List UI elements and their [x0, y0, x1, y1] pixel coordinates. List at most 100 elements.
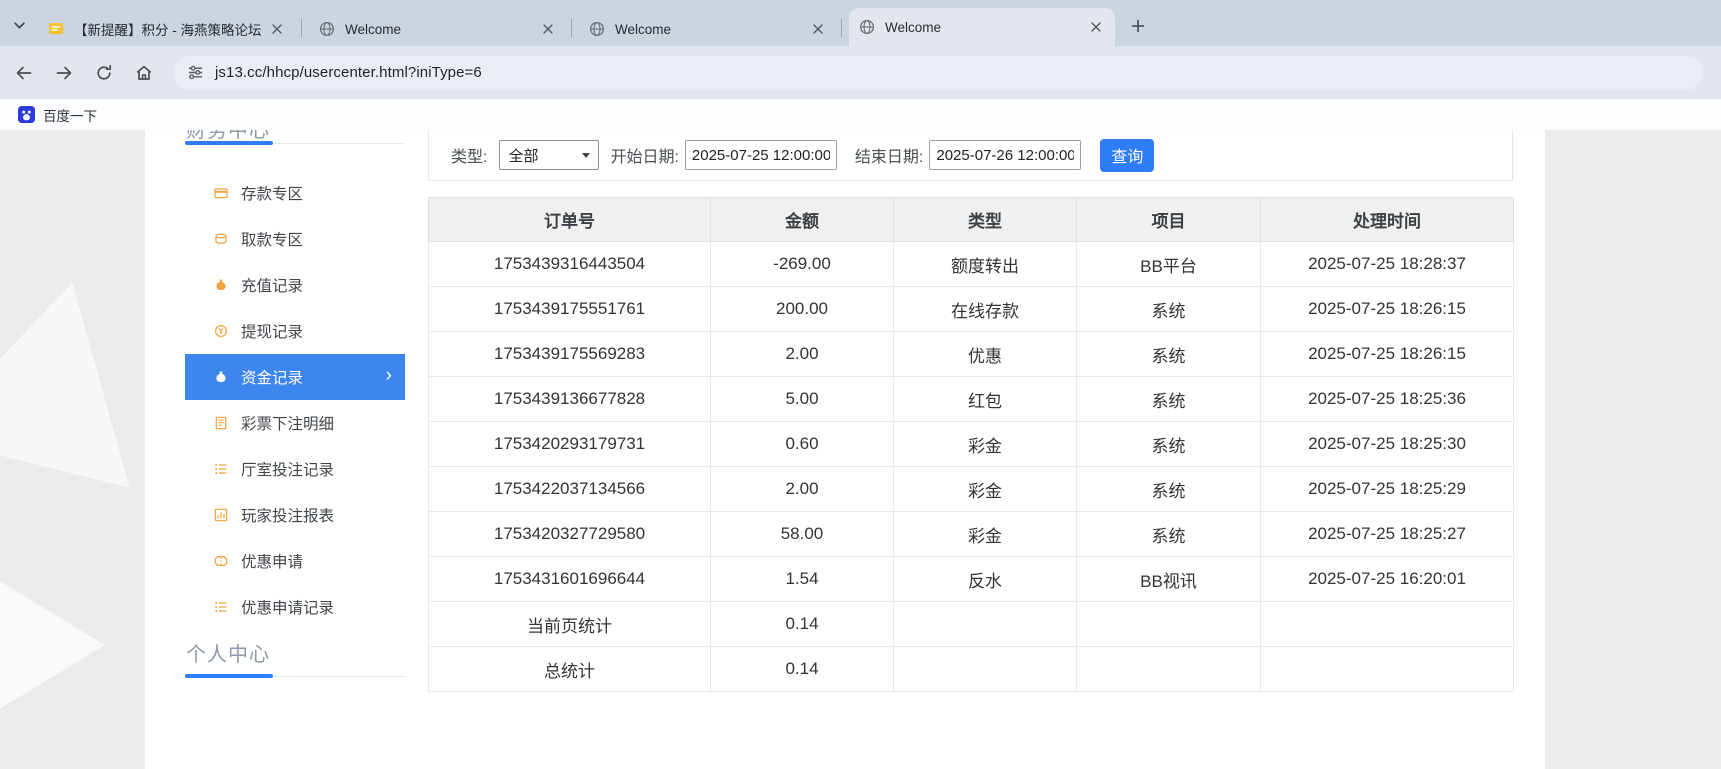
cell-summary-label: 当前页统计 — [428, 601, 711, 647]
sidebar-item-label: 存款专区 — [241, 186, 304, 203]
cell-process-time: 2025-07-25 18:25:27 — [1260, 511, 1514, 557]
cell-project: 系统 — [1076, 466, 1261, 512]
cell-order-no: 1753422037134566 — [428, 466, 711, 512]
chevron-down-icon — [582, 152, 591, 158]
chevron-right-icon: › — [385, 365, 392, 387]
sidebar-item-lottery-bet-details[interactable]: 彩票下注明细 — [185, 400, 405, 446]
navigation-bar: js13.cc/hhcp/usercenter.html?iniType=6 — [0, 46, 1721, 99]
sidebar-item-player-bet-report[interactable]: 玩家投注报表 — [185, 492, 405, 538]
sidebar-menu: 存款专区 取款专区 充值记录 提现记录 资金记录 › 彩票下注明细 厅室投注记录… — [185, 170, 405, 630]
cell-amount: 200.00 — [710, 286, 894, 332]
browser-tab-welcome-1[interactable]: Welcome — [309, 12, 567, 46]
cell-amount: 58.00 — [710, 511, 894, 557]
url-text[interactable]: js13.cc/hhcp/usercenter.html?iniType=6 — [215, 64, 482, 81]
header-order-no: 订单号 — [428, 197, 711, 242]
table-row: 1753431601696644 1.54 反水 BB视讯 2025-07-25… — [428, 556, 1514, 602]
cell-order-no: 1753439136677828 — [428, 376, 711, 422]
site-permissions-icon[interactable] — [186, 63, 205, 82]
table-row: 1753420327729580 58.00 彩金 系统 2025-07-25 … — [428, 511, 1514, 557]
sidebar-item-deposit-zone[interactable]: 存款专区 — [185, 170, 405, 216]
tab-close-icon[interactable] — [539, 20, 557, 38]
cell-type: 红包 — [893, 376, 1077, 422]
address-bar[interactable]: js13.cc/hhcp/usercenter.html?iniType=6 — [174, 55, 1703, 90]
cell-project: 系统 — [1076, 511, 1261, 557]
sidebar-item-promo-application-records[interactable]: 优惠申请记录 — [185, 584, 405, 630]
cell-type: 反水 — [893, 556, 1077, 602]
sidebar-item-label: 优惠申请 — [241, 554, 304, 571]
forward-icon[interactable] — [48, 57, 80, 89]
cell-process-time: 2025-07-25 18:25:30 — [1260, 421, 1514, 467]
cell-amount: 0.60 — [710, 421, 894, 467]
header-type: 类型 — [893, 197, 1077, 242]
sidebar-item-withdrawal-records[interactable]: 提现记录 — [185, 308, 405, 354]
cell-type: 在线存款 — [893, 286, 1077, 332]
globe-favicon-icon — [859, 19, 875, 35]
sidebar-item-recharge-records[interactable]: 充值记录 — [185, 262, 405, 308]
new-tab-button[interactable] — [1126, 14, 1150, 38]
globe-favicon-icon — [319, 21, 335, 37]
tab-close-icon[interactable] — [809, 20, 827, 38]
forum-favicon-icon — [48, 21, 64, 37]
sidebar-item-hall-bet-records[interactable]: 厅室投注记录 — [185, 446, 405, 492]
tab-search-chevron-icon[interactable] — [8, 15, 30, 35]
table-row: 1753420293179731 0.60 彩金 系统 2025-07-25 1… — [428, 421, 1514, 467]
sidebar-item-label: 资金记录 — [241, 370, 304, 387]
watermark-triangle — [0, 560, 105, 730]
cell-process-time — [1260, 601, 1514, 647]
cell-amount: 2.00 — [710, 331, 894, 377]
tab-title: 【新提醒】积分 - 海燕策略论坛 — [74, 23, 262, 38]
table-summary-row-page: 当前页统计 0.14 — [428, 601, 1514, 647]
browser-tab-forum[interactable]: 【新提醒】积分 - 海燕策略论坛 — [38, 12, 296, 46]
deposit-card-icon — [213, 185, 229, 201]
cell-project — [1076, 601, 1261, 647]
cell-type — [893, 601, 1077, 647]
sidebar-item-promo-application[interactable]: 优惠申请 — [185, 538, 405, 584]
cell-project: 系统 — [1076, 286, 1261, 332]
home-icon[interactable] — [128, 57, 160, 89]
cell-project: 系统 — [1076, 331, 1261, 377]
withdraw-coins-icon — [213, 231, 229, 247]
tab-close-icon[interactable] — [268, 20, 286, 38]
tab-separator — [571, 19, 572, 37]
bookmark-label: 百度一下 — [43, 108, 97, 124]
sidebar-section-personal-title: 个人中心 — [186, 644, 270, 666]
table-header-row: 订单号 金额 类型 项目 处理时间 — [428, 197, 1514, 242]
globe-favicon-icon — [589, 21, 605, 37]
query-button[interactable]: 查询 — [1100, 138, 1155, 172]
cell-type: 彩金 — [893, 466, 1077, 512]
cell-amount: 0.14 — [710, 646, 894, 692]
type-select-value: 全部 — [508, 147, 539, 165]
cell-order-no: 1753439175569283 — [428, 331, 711, 377]
type-select[interactable]: 全部 — [499, 140, 600, 170]
tab-separator — [841, 19, 842, 37]
recharge-moneybag-icon — [213, 277, 229, 293]
cell-type: 彩金 — [893, 421, 1077, 467]
tab-close-icon[interactable] — [1087, 18, 1105, 36]
bookmark-baidu[interactable]: 百度一下 — [12, 103, 103, 127]
start-date-input[interactable] — [684, 140, 837, 170]
browser-tab-welcome-2[interactable]: Welcome — [579, 12, 837, 46]
browser-window: 【新提醒】积分 - 海燕策略论坛 Welcome Welcome Welcome… — [0, 0, 1721, 769]
main-panel: 类型: 全部 开始日期: 结束日期: 查询 订单号 金额 — [428, 130, 1514, 692]
sidebar-item-label: 提现记录 — [241, 324, 304, 341]
cell-project: 系统 — [1076, 421, 1261, 467]
cell-process-time: 2025-07-25 18:25:36 — [1260, 376, 1514, 422]
refresh-icon[interactable] — [88, 57, 120, 89]
sidebar-item-label: 玩家投注报表 — [241, 508, 335, 525]
section-underline — [185, 674, 404, 678]
cell-process-time: 2025-07-25 16:20:01 — [1260, 556, 1514, 602]
cell-amount: 0.14 — [710, 601, 894, 647]
tab-title: Welcome — [345, 21, 402, 37]
browser-tab-welcome-active[interactable]: Welcome — [849, 8, 1115, 46]
cell-process-time: 2025-07-25 18:26:15 — [1260, 331, 1514, 377]
sidebar-item-fund-records[interactable]: 资金记录 › — [185, 354, 405, 400]
end-date-input[interactable] — [929, 140, 1082, 170]
sidebar-item-withdraw-zone[interactable]: 取款专区 — [185, 216, 405, 262]
back-icon[interactable] — [8, 57, 40, 89]
player-report-chart-icon — [213, 507, 229, 523]
cell-type: 额度转出 — [893, 241, 1077, 287]
section-underline-accent — [185, 141, 273, 145]
hall-bet-list-icon — [213, 461, 229, 477]
promo-ticket-icon — [213, 553, 229, 569]
cell-summary-label: 总统计 — [428, 646, 711, 692]
